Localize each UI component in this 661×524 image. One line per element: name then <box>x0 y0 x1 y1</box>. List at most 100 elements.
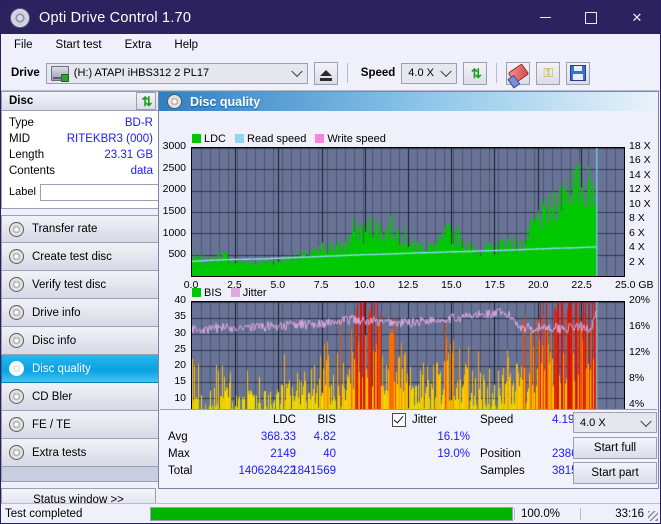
legend-entry-bis: BIS <box>192 287 222 299</box>
stats-col-bis: BIS <box>317 414 336 426</box>
speed-select-value: 4.0 X <box>408 67 434 79</box>
disc-row-mid: MID RITEKBR3 (000) <box>9 131 153 147</box>
refresh-icon: ⇅ <box>141 93 153 109</box>
window-title: Opti Drive Control 1.70 <box>39 9 192 26</box>
y-axis-tick-left: 40 <box>174 294 186 306</box>
stats-total-bis: 1841569 <box>291 465 336 477</box>
chevron-down-icon <box>291 65 303 78</box>
refresh-icon: ⇅ <box>470 65 482 81</box>
floppy-save-icon <box>570 65 587 81</box>
sidebar-item-create-test-disc[interactable]: Create test disc <box>1 243 158 271</box>
sidebar-item-label: FE / TE <box>32 418 71 431</box>
y-axis-tick-right: 6 X <box>629 226 645 239</box>
legend-entry-ldc: LDC <box>192 133 226 145</box>
y-axis-tick-left: 1000 <box>162 226 186 239</box>
y-axis-tick-right: 8% <box>629 372 645 384</box>
disc-row-label: Contents <box>9 165 56 177</box>
extra-tests-icon <box>9 445 24 460</box>
y-axis-tick-left: 30 <box>174 326 186 339</box>
disc-label-row: Label <box>9 182 229 202</box>
sidebar-item-cd-bler[interactable]: CD Bler <box>1 383 158 411</box>
stats-position-label: Position <box>480 448 521 460</box>
erase-button[interactable] <box>506 61 531 85</box>
disc-quality-icon <box>167 94 182 109</box>
jitter-checkbox[interactable] <box>392 413 406 430</box>
y-axis-tick-right: 18 X <box>629 140 651 152</box>
result-speed-select[interactable]: 4.0 X <box>573 412 657 433</box>
disc-label-caption: Label <box>9 186 36 198</box>
start-part-button[interactable]: Start part <box>573 462 657 484</box>
result-speed-value: 4.0 X <box>580 416 606 429</box>
drive-select[interactable]: (H:) ATAPI iHBS312 2 PL17 <box>45 62 308 84</box>
progress-bar <box>150 506 513 521</box>
disc-refresh-button[interactable]: ⇅ <box>136 92 156 110</box>
disc-row-label: Type <box>9 117 34 129</box>
panel-header: Disc quality <box>159 92 658 111</box>
y-axis-tick-right: 16% <box>629 320 651 332</box>
sidebar-item-label: Disc info <box>32 334 77 347</box>
sidebar-item-label: Verify test disc <box>32 278 107 291</box>
y-axis-tick-right: 8 X <box>629 212 645 225</box>
sidebar-item-verify-test-disc[interactable]: Verify test disc <box>1 271 158 299</box>
progress-percent: 100.0% <box>514 507 580 520</box>
sidebar-item-label: Create test disc <box>32 250 112 263</box>
sidebar-item-label: Drive info <box>32 306 81 319</box>
jitter-label: Jitter <box>412 414 437 426</box>
x-axis-tick: 25.0 GB <box>615 279 654 291</box>
minimize-button[interactable] <box>522 1 568 34</box>
y-axis-tick-right: 20% <box>629 294 651 306</box>
sidebar-item-extra-tests[interactable]: Extra tests <box>1 439 158 467</box>
menu-item-start-test[interactable]: Start test <box>53 37 105 53</box>
window-controls: ✕ <box>522 1 660 34</box>
sidebar-item-disc-info[interactable]: Disc info <box>1 327 158 355</box>
speed-label: Speed <box>360 67 396 79</box>
sidebar-item-disc-quality[interactable]: Disc quality <box>1 355 158 383</box>
y-axis-tick-left: 2000 <box>162 183 186 196</box>
disc-row-value: data <box>130 165 153 177</box>
stats-samples-label: Samples <box>480 465 525 477</box>
y-axis-tick-right: 2 X <box>629 255 645 268</box>
stats-row-max: Max <box>168 448 190 460</box>
x-axis-tick: 7.5 <box>313 279 329 291</box>
drive-select-value: (H:) ATAPI iHBS312 2 PL17 <box>73 67 210 79</box>
x-axis-tick: 22.5 <box>571 279 592 291</box>
toolbar-divider-2 <box>496 63 498 83</box>
disc-row-value: RITEKBR3 (000) <box>66 133 153 145</box>
ldc-plot-area[interactable] <box>191 147 625 277</box>
save-button[interactable] <box>566 61 591 85</box>
y-axis-tick-left: 25 <box>174 342 186 355</box>
sidebar-item-label: Extra tests <box>32 446 87 459</box>
sidebar-item-fe-te[interactable]: FE / TE <box>1 411 158 439</box>
refresh-button[interactable]: ⇅ <box>463 61 488 85</box>
disc-row-value: 23.31 GB <box>104 149 153 161</box>
eject-button[interactable] <box>313 61 338 85</box>
sidebar-item-drive-info[interactable]: Drive info <box>1 299 158 327</box>
disc-row-length: Length 23.31 GB <box>9 147 153 163</box>
menu-item-extra[interactable]: Extra <box>122 37 155 53</box>
drive-label: Drive <box>11 67 40 79</box>
legend-entry-write-speed: Write speed <box>315 133 386 145</box>
speed-select[interactable]: 4.0 X <box>401 62 458 84</box>
toolbar-divider <box>346 63 348 83</box>
sidebar-item-transfer-rate[interactable]: Transfer rate <box>1 215 158 243</box>
y-axis-tick-left: 1500 <box>162 205 186 217</box>
menu-item-file[interactable]: File <box>11 37 36 53</box>
resize-grip[interactable] <box>648 511 658 521</box>
start-full-button[interactable]: Start full <box>573 437 657 459</box>
menu-item-help[interactable]: Help <box>171 37 201 53</box>
legend-entry-jitter: Jitter <box>230 287 267 299</box>
create-test-disc-icon <box>9 249 24 264</box>
close-icon[interactable]: ✕ <box>614 1 660 34</box>
keys-button[interactable]: ⚿ <box>536 61 561 85</box>
disc-info-icon <box>9 333 24 348</box>
maximize-button[interactable] <box>568 1 614 34</box>
sidebar-item-label: Transfer rate <box>32 223 98 235</box>
y-axis-tick-left: 20 <box>174 359 186 371</box>
x-axis-tick: 10.0 <box>354 279 375 291</box>
x-axis-tick: 15.0 <box>441 279 462 291</box>
verify-test-disc-icon <box>9 277 24 292</box>
y-axis-tick-right: 12 X <box>629 183 651 196</box>
sidebar-item-label: Disc quality <box>32 362 91 375</box>
drive-icon <box>50 65 69 82</box>
bis-chart-legend: BIS Jitter <box>192 287 267 299</box>
